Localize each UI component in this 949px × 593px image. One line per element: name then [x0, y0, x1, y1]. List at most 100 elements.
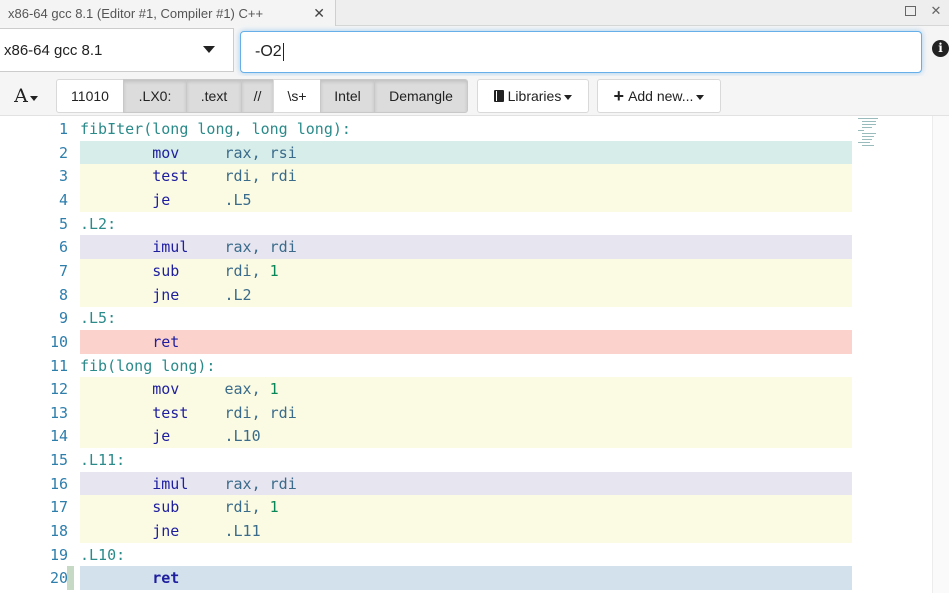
asm-label: .L11:: [80, 451, 126, 470]
asm-mnemonic: sub: [152, 261, 180, 280]
filter-whitespace-button[interactable]: \s+: [273, 79, 321, 113]
tab-bar: x86-64 gcc 8.1 (Editor #1, Compiler #1) …: [0, 0, 949, 27]
code-line[interactable]: 1 fibIter(long long, long long):: [0, 117, 852, 141]
asm-mnemonic: test: [152, 167, 189, 186]
compiler-select-value: x86-64 gcc 8.1: [4, 41, 103, 59]
code-text: sub rdi, 1: [80, 495, 852, 520]
info-icon[interactable]: i: [932, 40, 949, 57]
code-line[interactable]: 13 test rdi, rdi: [0, 400, 852, 425]
text-cursor: [282, 43, 284, 61]
asm-operands: rdi, rdi: [224, 167, 297, 186]
asm-mnemonic: imul: [152, 238, 189, 257]
tab-title: x86-64 gcc 8.1 (Editor #1, Compiler #1) …: [8, 5, 264, 21]
line-number: 8: [58, 285, 68, 304]
asm-mnemonic: ret: [152, 332, 180, 351]
line-number: 5: [58, 214, 68, 233]
line-number: 6: [58, 238, 68, 257]
compiler-row: x86-64 gcc 8.1 -O2 i: [0, 26, 949, 76]
line-number: 12: [49, 380, 68, 399]
code-line[interactable]: 19 .L10:: [0, 543, 852, 567]
code-text: imul rax, rdi: [80, 235, 852, 260]
asm-mnemonic: test: [152, 403, 189, 422]
code-text: ret: [80, 329, 852, 354]
asm-mnemonic: imul: [152, 474, 189, 493]
filter-group: 11010 .LX0: .text // \s+ Intel Demangle: [56, 79, 468, 113]
code-line[interactable]: 2 mov rax, rsi: [0, 140, 852, 165]
maximize-icon[interactable]: [903, 3, 917, 19]
line-number: 17: [49, 498, 68, 517]
code-line[interactable]: 6 imul rax, rdi: [0, 235, 852, 260]
asm-mnemonic: mov: [152, 143, 180, 162]
code-line[interactable]: 16 imul rax, rdi: [0, 471, 852, 496]
libraries-label: Libraries: [507, 88, 562, 104]
code-line[interactable]: 4 je .L5: [0, 187, 852, 212]
compiler-select[interactable]: x86-64 gcc 8.1: [0, 28, 234, 72]
filter-intel-button[interactable]: Intel: [320, 79, 375, 113]
asm-mnemonic: je: [152, 190, 171, 209]
code-line[interactable]: 15 .L11:: [0, 448, 852, 472]
book-icon: [493, 90, 504, 102]
line-number: 9: [58, 309, 68, 328]
line-number: 14: [49, 427, 68, 446]
line-number: 16: [49, 474, 68, 493]
code-text: fib(long long):: [80, 354, 852, 378]
asm-label: .L5:: [80, 309, 117, 328]
asm-mnemonic: jne: [152, 522, 180, 540]
line-number: 7: [58, 261, 68, 280]
code-line[interactable]: 17 sub rdi, 1: [0, 495, 852, 520]
window-controls: ✕: [903, 3, 943, 19]
code-line[interactable]: 18 jne .L11: [0, 519, 852, 543]
filter-demangle-button[interactable]: Demangle: [374, 79, 468, 113]
code-text: je .L5: [80, 187, 852, 212]
tab-compiler[interactable]: x86-64 gcc 8.1 (Editor #1, Compiler #1) …: [0, 0, 336, 27]
line-number: 3: [58, 167, 68, 186]
assembly-output[interactable]: 1 fibIter(long long, long long): 2 mov rax…: [0, 116, 949, 593]
chevron-down-icon: [696, 94, 705, 100]
filter-binary-button[interactable]: 11010: [56, 79, 124, 113]
code-line[interactable]: 20 ret: [0, 566, 852, 591]
code-line[interactable]: 8 jne .L2: [0, 282, 852, 307]
compiler-options-input[interactable]: -O2: [240, 31, 922, 73]
code-text: jne .L2: [80, 282, 852, 307]
code-text: sub rdi, 1: [80, 258, 852, 283]
code-line[interactable]: 12 mov eax, 1: [0, 377, 852, 402]
window-close-icon[interactable]: ✕: [929, 3, 943, 19]
code-text: mov rax, rsi: [80, 140, 852, 165]
libraries-button[interactable]: Libraries: [477, 79, 589, 113]
add-new-button[interactable]: + Add new...: [597, 79, 721, 113]
font-size-button[interactable]: A: [4, 80, 48, 112]
asm-mnemonic: je: [152, 427, 171, 446]
filter-comments-button[interactable]: //: [241, 79, 274, 113]
vertical-scrollbar[interactable]: [932, 116, 949, 593]
minimap[interactable]: [852, 116, 932, 156]
code-text: .L10:: [80, 543, 852, 567]
code-text: fibIter(long long, long long):: [80, 117, 852, 141]
filter-directives-button[interactable]: .text: [186, 79, 242, 113]
code-line[interactable]: 11 fib(long long):: [0, 354, 852, 378]
asm-operands: rdi, 1: [224, 498, 279, 517]
code-line[interactable]: 10 ret: [0, 329, 852, 354]
asm-mnemonic: sub: [152, 498, 180, 517]
code-text: ret: [80, 566, 852, 591]
code-line[interactable]: 14 je .L10: [0, 424, 852, 449]
line-number: 20: [49, 569, 68, 588]
code-line[interactable]: 7 sub rdi, 1: [0, 258, 852, 283]
chevron-down-icon: [29, 96, 38, 101]
asm-operands: .L2: [224, 285, 252, 304]
asm-operands: .L11: [224, 522, 261, 540]
asm-operands: rdi, rdi: [224, 403, 297, 422]
add-new-label: Add new...: [628, 88, 694, 104]
close-icon[interactable]: ✕: [313, 5, 325, 22]
code-text: .L11:: [80, 448, 852, 472]
code-line[interactable]: 3 test rdi, rdi: [0, 164, 852, 189]
compiler-options-value: -O2: [255, 43, 282, 60]
code-text: test rdi, rdi: [80, 164, 852, 189]
code-line[interactable]: 5 .L2:: [0, 212, 852, 236]
asm-operands: rax, rdi: [224, 238, 297, 257]
code-text: .L5:: [80, 306, 852, 330]
code-line[interactable]: 9 .L5:: [0, 306, 852, 330]
filter-labels-button[interactable]: .LX0:: [123, 79, 187, 113]
line-number: 1: [58, 120, 68, 138]
asm-operands: eax, 1: [224, 380, 279, 399]
code-text: .L2:: [80, 212, 852, 236]
